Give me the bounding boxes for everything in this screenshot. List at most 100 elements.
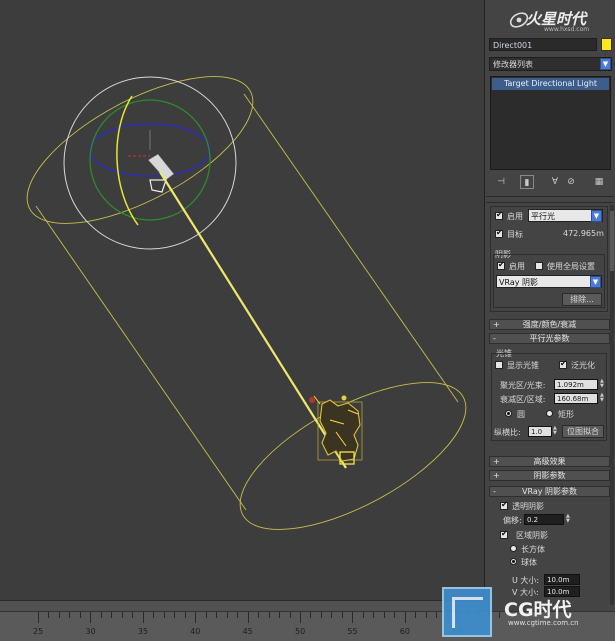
light-type-chevron-down-icon[interactable]: ▼ [591, 210, 602, 222]
ruler-label: 60 [399, 627, 410, 636]
ruler-major-tick [38, 612, 39, 623]
perspective-viewport[interactable] [0, 0, 485, 600]
rectangle-radio[interactable] [546, 410, 553, 417]
ruler-major-tick [90, 612, 92, 623]
make-unique-icon[interactable]: ∀ [548, 175, 562, 189]
rectangle-label: 矩形 [558, 410, 574, 419]
rollout-advanced-effects[interactable]: + 高级效果 [489, 456, 610, 467]
ruler-minor-tick [425, 612, 427, 618]
exclude-button[interactable]: 排除... [562, 293, 602, 306]
shadow-type-chevron-down-icon[interactable]: ▼ [590, 276, 601, 288]
expand-plus-icon: + [493, 457, 500, 466]
modifier-list-chevron-down-icon[interactable]: ▼ [600, 58, 611, 70]
pin-stack-icon[interactable]: ⊣ [494, 175, 508, 189]
expand-plus-icon: + [493, 471, 500, 480]
ruler-major-tick [195, 612, 197, 623]
box-label: 长方体 [521, 545, 545, 554]
hotspot-spinner[interactable]: 1.092m [554, 379, 598, 390]
watermark-brand: CG时代 [504, 599, 572, 621]
ruler-minor-tick [320, 612, 322, 618]
ruler-minor-tick [216, 612, 218, 618]
rotate-gizmo [63, 76, 237, 250]
bitmap-fit-button[interactable]: 位图拟合 [562, 425, 604, 438]
ruler-minor-tick [163, 612, 165, 618]
ruler-minor-tick [58, 612, 60, 618]
configure-modifier-sets-icon[interactable]: ▦ [592, 175, 606, 189]
ruler-label: 30 [85, 627, 96, 636]
light-falloff-cylinder [26, 76, 467, 530]
ruler-major-tick [247, 612, 249, 623]
hotspot-label: 聚光区/光束: [500, 381, 546, 390]
logo: 火星时代 www.hxsd.com [486, 4, 614, 34]
overshoot-label: 泛光化 [571, 361, 595, 370]
ruler-minor-tick [79, 612, 81, 618]
aspect-spinner-arrows-icon[interactable]: ▲ ▼ [553, 426, 558, 437]
bias-spinner[interactable]: 0.2 [524, 514, 564, 525]
shadow-enable-label: 启用 [509, 262, 525, 271]
falloff-label: 衰减区/区域: [500, 395, 546, 404]
ruler-minor-tick [226, 612, 228, 618]
rollout-vray-shadow-label: VRay 阴影参数 [521, 487, 578, 496]
rollout-directional-parameters[interactable]: - 平行光参数 [489, 333, 610, 344]
rollout-shadow-parameters[interactable]: + 阴影参数 [489, 470, 610, 481]
circle-label: 圆 [517, 410, 525, 419]
ruler-label: 25 [33, 627, 44, 636]
ruler-minor-tick [184, 612, 186, 618]
cgtime-watermark: CG时代 www.cgtime.com.cn [442, 587, 615, 640]
ruler-minor-tick [310, 612, 312, 618]
time-slider[interactable] [0, 600, 484, 611]
shadow-enable-checkbox[interactable] [497, 260, 505, 270]
rollout-intensity-label: 强度/颜色/衰减 [522, 320, 577, 329]
ruler-major-tick [352, 612, 354, 623]
area-shadow-checkbox[interactable] [500, 529, 508, 539]
rollout-vray-shadow-parameters[interactable]: - VRay 阴影参数 [489, 486, 610, 497]
bias-spinner-arrows-icon[interactable]: ▲ ▼ [566, 514, 571, 525]
ruler-label: 50 [295, 627, 306, 636]
object-name-field[interactable]: Direct001 [489, 38, 597, 51]
u-size-label: U 大小: [512, 576, 540, 585]
show-end-result-icon[interactable]: ▮ [520, 175, 534, 189]
ruler-major-tick [404, 612, 406, 623]
ruler-minor-tick [69, 612, 71, 618]
area-shadow-label: 区域阴影 [516, 531, 548, 540]
target-character [309, 395, 363, 465]
rollout-intensity-color-attenuation[interactable]: + 强度/颜色/衰减 [489, 319, 610, 330]
u-size-spinner[interactable]: 10.0m [544, 574, 580, 585]
scrollbar-thumb[interactable] [610, 211, 614, 271]
panel-scrollbar[interactable] [610, 205, 614, 605]
viewport-scene [26, 76, 467, 530]
hotspot-spinner-arrows-icon[interactable]: ▲ ▼ [600, 379, 605, 390]
falloff-spinner[interactable]: 160.68m [554, 393, 598, 404]
stack-item-target-directional-light[interactable]: Target Directional Light [492, 78, 609, 90]
ruler-minor-tick [111, 612, 113, 618]
watermark-url: www.cgtime.com.cn [508, 619, 579, 627]
aspect-spinner[interactable]: 1.0 [528, 426, 552, 437]
target-checkbox[interactable] [495, 228, 503, 238]
remove-modifier-icon[interactable]: ⊘ [564, 175, 578, 189]
sphere-label: 球体 [521, 558, 537, 567]
ruler-minor-tick [415, 612, 417, 618]
light-enable-checkbox[interactable] [495, 210, 503, 220]
aspect-label: 纵横比: [494, 428, 521, 437]
shadow-type-select[interactable]: VRay 阴影 [496, 275, 602, 288]
show-cone-checkbox[interactable] [495, 361, 503, 369]
bias-label: 偏移: [503, 516, 522, 525]
use-global-settings-checkbox[interactable] [535, 262, 543, 270]
rollout-advanced-label: 高级效果 [533, 457, 566, 466]
falloff-spinner-arrows-icon[interactable]: ▲ ▼ [600, 393, 605, 404]
target-distance-value: 472.965m [563, 229, 604, 238]
rollout-shadow-params-label: 阴影参数 [533, 471, 566, 480]
transparent-shadows-checkbox[interactable] [500, 500, 508, 510]
ruler-label: 55 [347, 627, 358, 636]
sphere-radio[interactable] [510, 558, 517, 565]
ruler-minor-tick [394, 612, 396, 618]
modifier-list-dropdown[interactable]: 修改器列表 [489, 57, 612, 71]
stack-toolbar: ⊣ ▮ ∀ ⊘ ▦ [490, 174, 612, 190]
object-color-swatch[interactable] [601, 38, 612, 51]
light-enable-label: 启用 [507, 212, 523, 221]
overshoot-checkbox[interactable] [559, 359, 567, 369]
ruler-minor-tick [100, 612, 102, 618]
circle-radio[interactable] [505, 410, 512, 417]
box-radio[interactable] [510, 545, 517, 552]
modifier-stack[interactable]: Target Directional Light [490, 76, 611, 170]
